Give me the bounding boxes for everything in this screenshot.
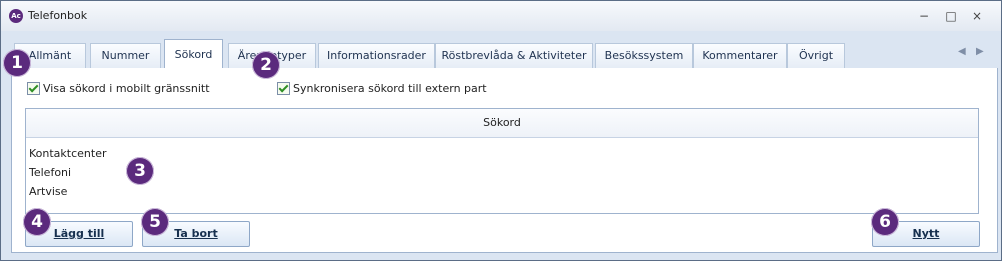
tab-nummer[interactable]: Nummer [90,43,161,68]
callout-badge: 4 [23,208,51,236]
show-mobile-option[interactable]: Visa sökord i mobilt gränssnitt [27,82,210,95]
maximize-icon[interactable]: □ [942,9,960,23]
telefonbok-window: Ac Telefonbok − □ × Allmänt Nummer Sökor… [0,0,1002,261]
close-icon[interactable]: × [968,9,986,23]
sokord-list[interactable]: Sökord Kontaktcenter Telefoni Artvise [25,108,979,214]
tab-ovrigt[interactable]: Övrigt [787,43,845,68]
tab-strip: Allmänt Nummer Sökord Ärendetyper Inform… [11,39,996,69]
tab-prev-icon[interactable]: ◀ [958,46,966,57]
sync-external-checkbox[interactable] [277,82,290,95]
tab-kommentarer[interactable]: Kommentarer [693,43,787,68]
window-title: Telefonbok [28,9,88,22]
app-logo-icon: Ac [9,9,23,23]
tab-informationsrader[interactable]: Informationsrader [318,43,435,68]
tab-next-icon[interactable]: ▶ [976,46,984,57]
minimize-icon[interactable]: − [915,9,933,23]
tab-rostbrevlada[interactable]: Röstbrevlåda & Aktiviteter [435,43,593,68]
list-item[interactable]: Kontaktcenter [29,147,107,160]
show-mobile-label: Visa sökord i mobilt gränssnitt [43,82,210,95]
callout-badge: 2 [252,51,280,79]
tab-sokord[interactable]: Sökord [164,39,223,69]
list-item[interactable]: Telefoni [29,166,71,179]
list-item[interactable]: Artvise [29,185,67,198]
callout-badge: 1 [3,49,31,77]
callout-badge: 5 [141,208,169,236]
title-bar: Ac Telefonbok − □ × [1,1,1001,31]
sync-external-option[interactable]: Synkronisera sökord till extern part [277,82,487,95]
show-mobile-checkbox[interactable] [27,82,40,95]
callout-badge: 6 [871,208,899,236]
sync-external-label: Synkronisera sökord till extern part [293,82,487,95]
callout-badge: 3 [126,157,154,185]
list-column-header[interactable]: Sökord [26,109,978,138]
tab-besokssystem[interactable]: Besökssystem [595,43,693,68]
